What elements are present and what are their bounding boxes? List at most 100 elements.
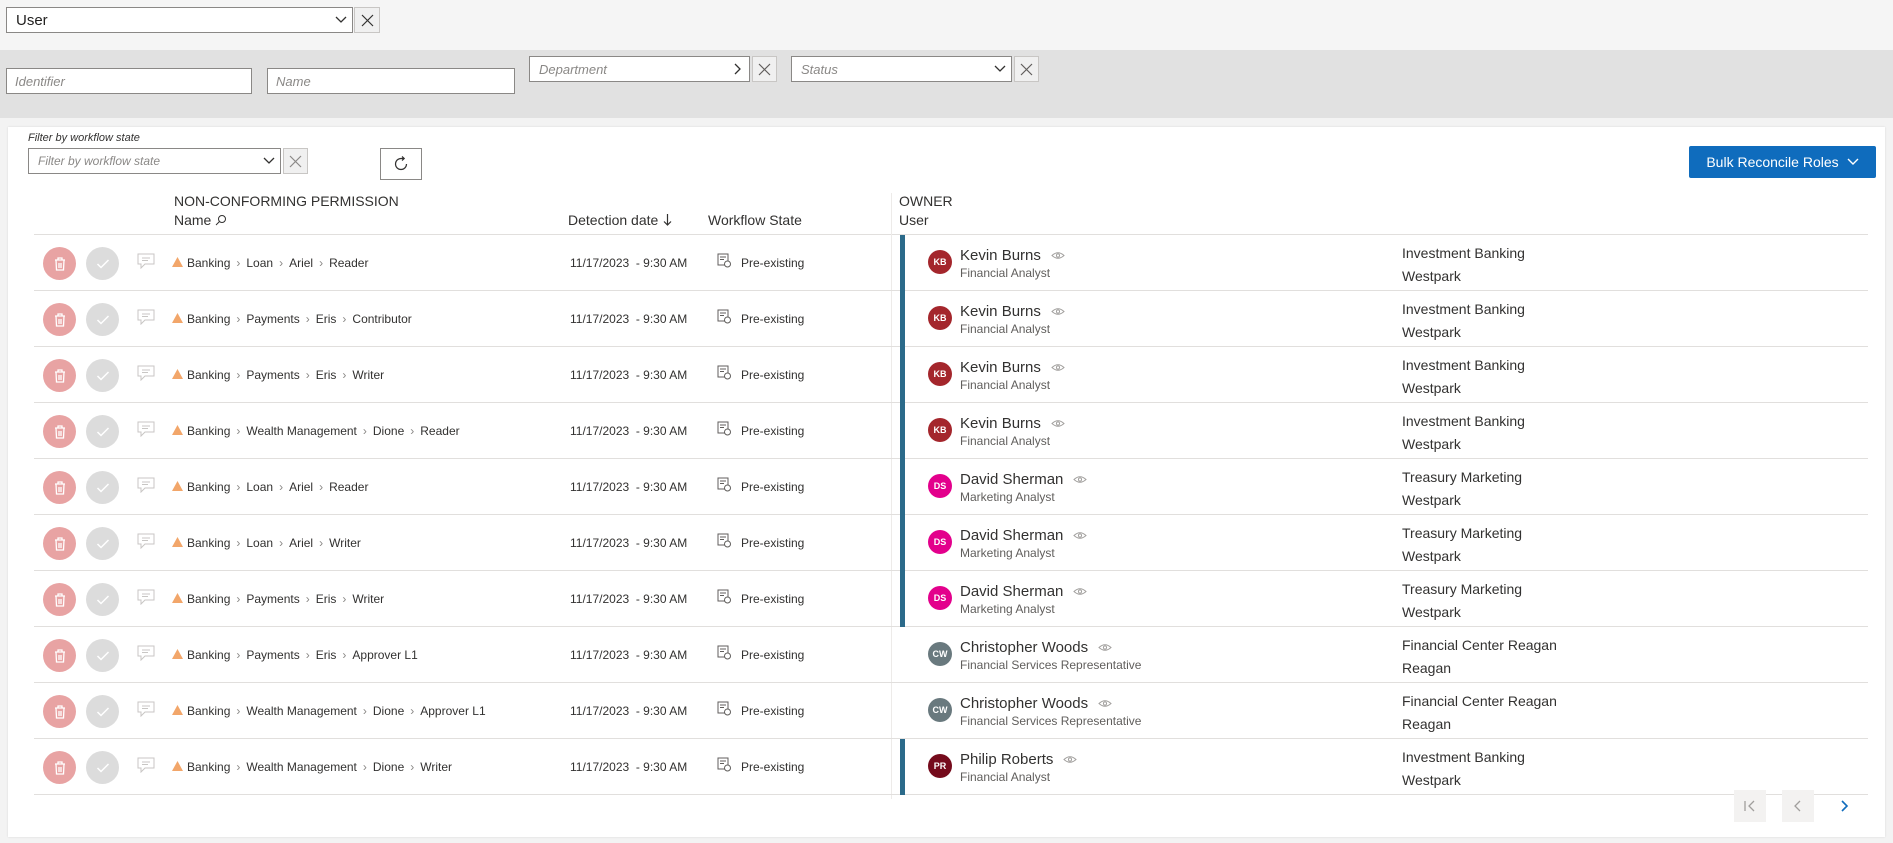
owner-location: Westpark	[1402, 604, 1461, 620]
status-select[interactable]: Status	[791, 56, 1012, 82]
comment-icon[interactable]	[137, 757, 155, 773]
header-workflow-state[interactable]: Workflow State	[708, 212, 802, 228]
table-row[interactable]: Banking › Payments › Eris › Writer 11/17/2023 -…	[34, 347, 1868, 403]
department-select[interactable]: Department	[529, 56, 750, 82]
table-row[interactable]: Banking › Payments › Eris › Approver L1 11/17/2…	[34, 627, 1868, 683]
permission-path[interactable]: Banking › Loan › Ariel › Reader	[187, 480, 368, 494]
clear-workflow-button[interactable]	[283, 148, 308, 174]
delete-button[interactable]	[43, 359, 76, 392]
owner-title: Financial Analyst	[960, 322, 1051, 336]
name-field[interactable]: Name	[267, 68, 515, 94]
clear-status-button[interactable]	[1014, 56, 1039, 82]
permission-path[interactable]: Banking › Wealth Management › Dione › Reader	[187, 424, 460, 438]
eye-icon[interactable]	[1051, 419, 1065, 428]
owner-location: Westpark	[1402, 324, 1461, 340]
table-row[interactable]: Banking › Payments › Eris › Contributor 11/17/2…	[34, 291, 1868, 347]
permission-path[interactable]: Banking › Payments › Eris › Approver L1	[187, 648, 418, 662]
delete-button[interactable]	[43, 583, 76, 616]
table-row[interactable]: Banking › Wealth Management › Dione › Writer 11…	[34, 739, 1868, 795]
owner-name[interactable]: Kevin Burns	[960, 247, 1065, 264]
comment-icon[interactable]	[137, 589, 155, 605]
table-row[interactable]: Banking › Wealth Management › Dione › Approver…	[34, 683, 1868, 739]
owner-name[interactable]: Philip Roberts	[960, 751, 1078, 768]
approve-button[interactable]	[86, 583, 119, 616]
eye-icon[interactable]	[1073, 587, 1088, 596]
permission-path[interactable]: Banking › Loan › Ariel › Reader	[187, 256, 368, 270]
eye-icon[interactable]	[1051, 307, 1065, 316]
owner-name[interactable]: Kevin Burns	[960, 303, 1065, 320]
header-detection-date[interactable]: Detection date	[568, 212, 672, 228]
permission-path-segment: Eris	[315, 648, 337, 662]
breadcrumb-separator-icon: ›	[236, 312, 241, 326]
owner-name[interactable]: Kevin Burns	[960, 415, 1065, 432]
comment-icon[interactable]	[137, 645, 155, 661]
delete-button[interactable]	[43, 303, 76, 336]
comment-icon[interactable]	[137, 701, 155, 717]
clear-type-button[interactable]	[354, 7, 380, 33]
permission-path[interactable]: Banking › Payments › Eris › Contributor	[187, 312, 412, 326]
next-page-button[interactable]	[1828, 790, 1860, 822]
owner-name[interactable]: Christopher Woods	[960, 639, 1112, 656]
approve-button[interactable]	[86, 527, 119, 560]
header-user[interactable]: User	[899, 212, 929, 228]
previous-page-button[interactable]	[1782, 790, 1814, 822]
bulk-reconcile-button[interactable]: Bulk Reconcile Roles	[1689, 146, 1876, 178]
delete-button[interactable]	[43, 695, 76, 728]
owner-name[interactable]: David Sherman	[960, 527, 1088, 544]
approve-button[interactable]	[86, 359, 119, 392]
comment-icon[interactable]	[137, 365, 155, 381]
eye-icon[interactable]	[1098, 643, 1112, 652]
table-row[interactable]: Banking › Payments › Eris › Writer 11/17/2023 -…	[34, 571, 1868, 627]
owner-name[interactable]: David Sherman	[960, 471, 1088, 488]
approve-button[interactable]	[86, 751, 119, 784]
owner-name[interactable]: David Sherman	[960, 583, 1088, 600]
delete-button[interactable]	[43, 639, 76, 672]
workflow-state-icon	[717, 253, 731, 268]
refresh-button[interactable]	[380, 148, 422, 180]
type-select[interactable]: User	[6, 7, 353, 33]
table-row[interactable]: Banking › Wealth Management › Dione › Reader 11…	[34, 403, 1868, 459]
permission-path[interactable]: Banking › Payments › Eris › Writer	[187, 592, 384, 606]
delete-button[interactable]	[43, 471, 76, 504]
clear-department-button[interactable]	[752, 56, 777, 82]
delete-button[interactable]	[43, 247, 76, 280]
eye-icon[interactable]	[1051, 251, 1065, 260]
permission-path[interactable]: Banking › Payments › Eris › Writer	[187, 368, 384, 382]
identifier-field[interactable]: Identifier	[6, 68, 252, 94]
permission-path-segment: Dione	[372, 704, 405, 718]
permission-path[interactable]: Banking › Wealth Management › Dione › Writer	[187, 760, 452, 774]
eye-icon[interactable]	[1063, 755, 1078, 764]
permission-path[interactable]: Banking › Wealth Management › Dione › Approver…	[187, 704, 486, 718]
owner-name[interactable]: Kevin Burns	[960, 359, 1065, 376]
approve-button[interactable]	[86, 303, 119, 336]
permission-path-segment: Banking	[187, 256, 231, 270]
eye-icon[interactable]	[1073, 475, 1088, 484]
eye-icon[interactable]	[1051, 363, 1065, 372]
comment-icon[interactable]	[137, 253, 155, 269]
table-row[interactable]: Banking › Loan › Ariel › Reader 11/17/2023 - 9:…	[34, 235, 1868, 291]
trash-icon	[54, 760, 65, 775]
workflow-state-select[interactable]: Filter by workflow state	[28, 148, 281, 174]
comment-icon[interactable]	[137, 533, 155, 549]
delete-button[interactable]	[43, 527, 76, 560]
approve-button[interactable]	[86, 247, 119, 280]
eye-icon[interactable]	[1098, 699, 1112, 708]
table-row[interactable]: Banking › Loan › Ariel › Writer 11/17/2023 - 9:…	[34, 515, 1868, 571]
first-page-button[interactable]	[1734, 790, 1766, 822]
eye-icon[interactable]	[1073, 531, 1088, 540]
permission-path[interactable]: Banking › Loan › Ariel › Writer	[187, 536, 361, 550]
comment-icon[interactable]	[137, 421, 155, 437]
approve-button[interactable]	[86, 471, 119, 504]
table-row[interactable]: Banking › Loan › Ariel › Reader 11/17/2023 - 9:…	[34, 459, 1868, 515]
comment-icon[interactable]	[137, 309, 155, 325]
approve-button[interactable]	[86, 695, 119, 728]
comment-icon[interactable]	[137, 477, 155, 493]
approve-button[interactable]	[86, 415, 119, 448]
delete-button[interactable]	[43, 415, 76, 448]
approve-button[interactable]	[86, 639, 119, 672]
owner-name[interactable]: Christopher Woods	[960, 695, 1112, 712]
header-name[interactable]: Name	[174, 212, 227, 228]
search-icon[interactable]	[215, 214, 227, 226]
warning-icon	[172, 481, 183, 491]
delete-button[interactable]	[43, 751, 76, 784]
